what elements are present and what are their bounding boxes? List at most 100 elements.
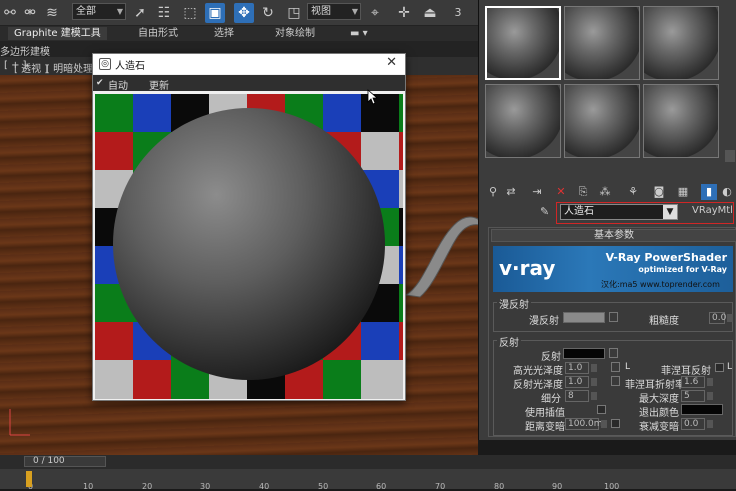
coord-system-dropdown[interactable]: 视图 ▼ xyxy=(307,3,361,20)
tick-50: 50 xyxy=(318,482,329,491)
reflection-group-label: 反射 xyxy=(497,334,521,349)
assign-material-icon[interactable]: ⇥ xyxy=(529,184,545,200)
material-slot-5[interactable] xyxy=(564,84,640,158)
diffuse-label: 漫反射 xyxy=(529,316,559,327)
fresnel-ior-spinner[interactable]: 1.6 xyxy=(681,376,713,388)
auto-checkbox[interactable]: ✔ xyxy=(96,78,104,88)
roughness-spinner[interactable]: 0.0 xyxy=(709,312,733,324)
material-slot-2[interactable] xyxy=(564,6,640,80)
diffuse-group-label: 漫反射 xyxy=(497,296,531,311)
go-to-parent-icon[interactable]: ◐ xyxy=(719,184,735,200)
preview-titlebar[interactable]: ◎ 人造石 ✕ xyxy=(93,54,405,74)
ribbon-options-icon[interactable]: ▬ ▾ xyxy=(350,27,368,40)
put-to-library-icon[interactable]: ⚘ xyxy=(625,184,641,200)
auto-label: 自动 xyxy=(108,81,128,92)
selection-filter-value: 全部 xyxy=(76,6,96,17)
tick-10: 10 xyxy=(83,482,94,491)
frame-counter: 0 / 100 xyxy=(33,456,65,466)
fresnel-lock-button[interactable]: L xyxy=(727,362,732,372)
tab-graphite[interactable]: Graphite 建模工具 xyxy=(8,27,107,40)
dim-falloff-spinner[interactable]: 0.0 xyxy=(681,418,713,430)
reflect-label: 反射 xyxy=(541,352,561,363)
hilight-gloss-spinner[interactable]: 1.0 xyxy=(565,362,597,374)
show-map-icon[interactable]: ▦ xyxy=(675,184,691,200)
unlink-icon[interactable]: ⚮ xyxy=(20,3,40,23)
highlight-box xyxy=(556,202,734,224)
viewport-pov-menu[interactable]: [ 透视 ] xyxy=(14,60,48,75)
keyboard-shortcut-icon[interactable]: ⏏ xyxy=(420,3,440,23)
ribbon-tabs: Graphite 建模工具 自由形式 选择 对象绘制 ▬ ▾ xyxy=(0,26,478,41)
fresnel-checkbox[interactable] xyxy=(715,363,724,372)
copy-material-icon[interactable]: ⎘ xyxy=(575,184,591,200)
roughness-label: 粗糙度 xyxy=(649,316,679,327)
timeline: 0 / 100 0 10 20 30 40 50 60 70 80 90 100 xyxy=(0,455,736,491)
reflect-map-button[interactable] xyxy=(609,348,618,358)
reflect-color-swatch[interactable] xyxy=(563,348,605,359)
refl-gloss-label: 反射光泽度 xyxy=(513,380,563,391)
slot-scroll-icon[interactable] xyxy=(725,150,735,162)
refl-gloss-map-button[interactable] xyxy=(611,376,620,386)
snap-icon[interactable]: 3 xyxy=(448,3,468,23)
dim-distance-spinner[interactable]: 100.0m xyxy=(565,418,607,430)
window-crossing-icon[interactable]: ▣ xyxy=(205,3,225,23)
use-interp-checkbox[interactable] xyxy=(597,405,606,414)
pivot-icon[interactable]: ⌖ xyxy=(365,3,385,23)
material-slot-6[interactable] xyxy=(643,84,719,158)
get-material-icon[interactable]: ⚲ xyxy=(485,184,501,200)
rollout-title: 基本参数 xyxy=(594,230,634,241)
select-object-icon[interactable]: ➚ xyxy=(130,3,150,23)
update-button[interactable]: 更新 xyxy=(149,77,169,92)
bind-spacewarp-icon[interactable]: ≋ xyxy=(42,3,62,23)
material-slot-1[interactable] xyxy=(485,6,561,80)
exit-color-swatch[interactable] xyxy=(681,404,723,415)
make-unique-icon[interactable]: ⁂ xyxy=(597,184,613,200)
basic-parameters-rollout: 基本参数 v·ray V-Ray PowerShader optimized f… xyxy=(488,227,736,437)
max-depth-label: 最大深度 xyxy=(639,394,679,405)
tab-freeform[interactable]: 自由形式 xyxy=(138,27,178,40)
scale-icon[interactable]: ◳ xyxy=(284,3,304,23)
tab-selection[interactable]: 选择 xyxy=(214,27,234,40)
refl-gloss-spinner[interactable]: 1.0 xyxy=(565,376,597,388)
dim-distance-checkbox[interactable] xyxy=(611,419,620,428)
dim-distance-label: 距离变暗 xyxy=(525,422,565,433)
poly-modeling-label[interactable]: 多边形建模 xyxy=(0,43,50,58)
rollout-header[interactable]: 基本参数 xyxy=(491,229,736,242)
rect-select-icon[interactable]: ⬚ xyxy=(180,3,200,23)
tick-20: 20 xyxy=(142,482,153,491)
manipulate-icon[interactable]: ✛ xyxy=(394,3,414,23)
preview-render xyxy=(95,94,403,399)
material-id-icon[interactable]: ◙ xyxy=(651,184,667,200)
coord-system-value: 视图 xyxy=(311,6,331,17)
vray-subtitle: optimized for V-Ray xyxy=(638,265,727,274)
put-to-scene-icon[interactable]: ⇄ xyxy=(503,184,519,200)
subdivs-spinner[interactable]: 8 xyxy=(565,390,597,402)
selection-filter-dropdown[interactable]: 全部 ▼ xyxy=(72,3,126,20)
show-end-result-icon[interactable]: ▮ xyxy=(701,184,717,200)
tick-40: 40 xyxy=(259,482,270,491)
reset-icon[interactable]: ✕ xyxy=(553,184,569,200)
vray-banner: v·ray V-Ray PowerShader optimized for V-… xyxy=(493,246,733,292)
time-slider-handle[interactable] xyxy=(26,471,32,487)
mouse-cursor-icon xyxy=(367,89,379,105)
eyedropper-icon[interactable]: ✎ xyxy=(540,205,549,218)
material-slot-3[interactable] xyxy=(643,6,719,80)
tab-object-paint[interactable]: 对象绘制 xyxy=(275,27,315,40)
rotate-icon[interactable]: ↻ xyxy=(258,3,278,23)
track-bar[interactable]: 0 10 20 30 40 50 60 70 80 90 100 xyxy=(0,469,736,491)
hilight-gloss-label: 高光光泽度 xyxy=(513,366,563,377)
select-by-name-icon[interactable]: ☷ xyxy=(154,3,174,23)
diffuse-map-button[interactable] xyxy=(609,312,618,322)
close-icon[interactable]: ✕ xyxy=(386,55,397,70)
dim-falloff-label: 衰减变暗 xyxy=(639,422,679,433)
hilight-lock-button[interactable]: L xyxy=(625,362,630,372)
material-slot-4[interactable] xyxy=(485,84,561,158)
time-slider[interactable]: 0 / 100 xyxy=(24,456,106,467)
hilight-gloss-map-button[interactable] xyxy=(611,362,620,372)
material-preview-window: ◎ 人造石 ✕ ✔ 自动 更新 xyxy=(92,53,406,401)
preview-menubar: ✔ 自动 更新 xyxy=(93,75,405,92)
link-icon[interactable]: ⚯ xyxy=(0,3,20,23)
max-depth-spinner[interactable]: 5 xyxy=(681,390,713,402)
move-icon[interactable]: ✥ xyxy=(234,3,254,23)
diffuse-color-swatch[interactable] xyxy=(563,312,605,323)
vray-logo: v·ray xyxy=(499,256,556,280)
